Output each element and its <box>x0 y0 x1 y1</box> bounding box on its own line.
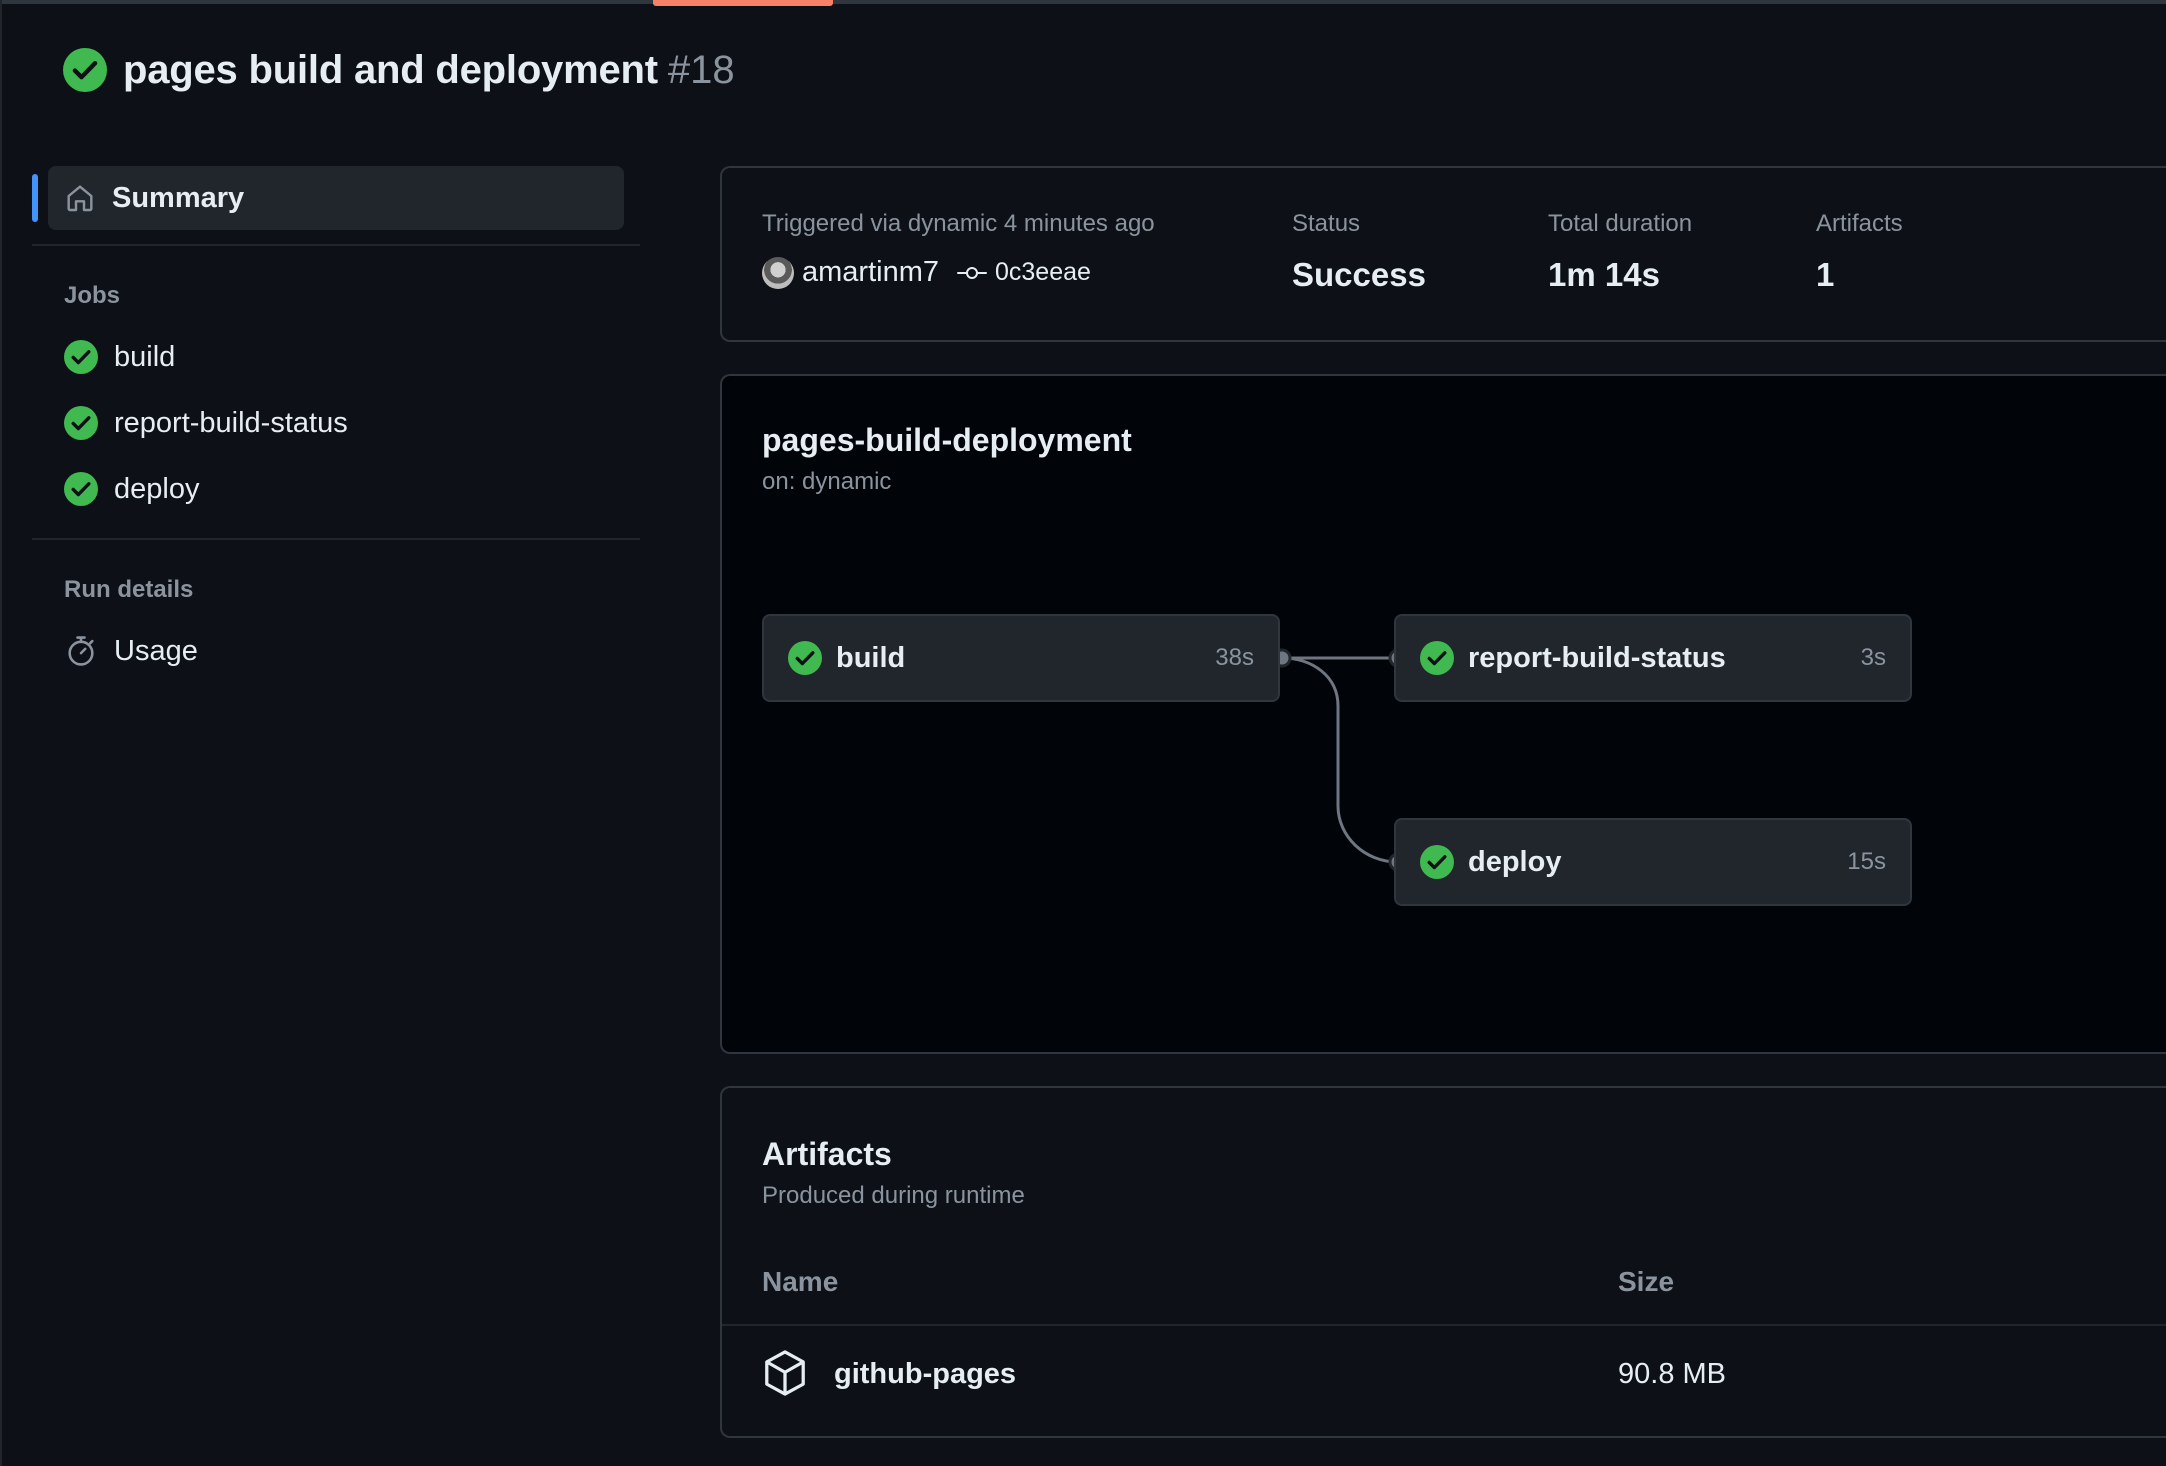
jobs-list: build report-build-status deploy <box>32 324 640 522</box>
graph-job-report-build-status[interactable]: report-build-status 3s <box>1394 614 1912 702</box>
artifacts-card: Artifacts Produced during runtime Name S… <box>720 1086 2166 1438</box>
commit-sha-link[interactable]: 0c3eeae <box>995 258 1091 287</box>
status-label: Status <box>1292 210 1361 237</box>
success-check-icon <box>788 641 822 675</box>
run-sidebar: Summary Jobs build report-build-status d… <box>32 166 640 684</box>
run-number: #18 <box>667 47 735 92</box>
column-header-size: Size <box>1618 1266 1675 1297</box>
job-node-duration: 15s <box>1847 848 1886 875</box>
artifacts-table-header: Name Size <box>722 1248 2166 1326</box>
artifacts-subtitle: Produced during runtime <box>762 1182 1025 1209</box>
workflow-graph-card: pages-build-deployment on: dynamic build… <box>720 374 2166 1054</box>
success-check-icon <box>1420 641 1454 675</box>
job-label: deploy <box>114 472 200 505</box>
sidebar-item-job-build[interactable]: build <box>32 324 640 390</box>
job-node-name: deploy <box>1468 845 1562 878</box>
status-column: Status Success <box>1292 210 1426 294</box>
success-check-icon <box>64 340 98 374</box>
sidebar-item-summary[interactable]: Summary <box>32 166 624 230</box>
avatar[interactable] <box>762 256 794 289</box>
run-title: pages build and deployment <box>123 47 658 92</box>
run-details-heading: Run details <box>64 576 194 603</box>
artifact-size: 90.8 MB <box>1618 1358 1726 1390</box>
artifacts-label: Artifacts <box>1816 210 1903 237</box>
duration-value[interactable]: 1m 14s <box>1548 256 1692 294</box>
table-row: github-pages 90.8 MB <box>722 1326 2166 1422</box>
artifacts-title: Artifacts <box>762 1136 892 1172</box>
top-divider <box>0 0 2166 4</box>
sidebar-divider <box>32 538 640 540</box>
job-node-duration: 38s <box>1215 644 1254 671</box>
job-node-name: build <box>836 641 906 674</box>
graph-job-build[interactable]: build 38s <box>762 614 1280 702</box>
actor-row: amartinm7 0c3eeae <box>762 256 1155 289</box>
sidebar-item-usage[interactable]: Usage <box>32 618 640 684</box>
run-header: pages build and deployment #18 <box>63 44 735 96</box>
sidebar-item-job-deploy[interactable]: deploy <box>32 456 640 522</box>
run-summary-card: Triggered via dynamic 4 minutes ago amar… <box>720 166 2166 342</box>
run-details-list: Usage <box>32 618 640 684</box>
artifacts-count[interactable]: 1 <box>1816 256 1903 294</box>
success-check-icon <box>64 472 98 506</box>
sidebar-item-label: Usage <box>114 634 198 667</box>
jobs-heading: Jobs <box>64 282 121 309</box>
artifact-name-link[interactable]: github-pages <box>834 1358 1016 1391</box>
workflow-trigger: on: dynamic <box>762 468 892 495</box>
job-label: report-build-status <box>114 406 348 439</box>
stopwatch-icon <box>68 636 94 666</box>
actor-link[interactable]: amartinm7 <box>802 256 939 289</box>
trigger-column: Triggered via dynamic 4 minutes ago amar… <box>762 210 1155 289</box>
active-tab-indicator <box>653 0 833 6</box>
sidebar-item-job-report-build-status[interactable]: report-build-status <box>32 390 640 456</box>
success-check-icon <box>63 48 107 92</box>
active-item-marker <box>32 174 38 222</box>
artifacts-count-column: Artifacts 1 <box>1816 210 1903 294</box>
home-icon <box>67 185 93 212</box>
sidebar-divider <box>32 244 640 246</box>
graph-job-deploy[interactable]: deploy 15s <box>1394 818 1912 906</box>
job-label: build <box>114 340 176 373</box>
git-commit-icon <box>957 266 987 279</box>
job-dependency-lines <box>1272 648 1408 872</box>
workflow-run-page: pages build and deployment #18 Summary J… <box>0 0 2166 1466</box>
status-value: Success <box>1292 256 1426 293</box>
trigger-text: Triggered via dynamic 4 minutes ago <box>762 210 1155 237</box>
duration-label: Total duration <box>1548 210 1693 237</box>
package-icon <box>765 1350 805 1396</box>
workflow-name: pages-build-deployment <box>762 422 1132 458</box>
job-node-duration: 3s <box>1860 644 1886 671</box>
success-check-icon <box>64 406 98 440</box>
left-divider <box>0 0 2 1466</box>
job-node-name: report-build-status <box>1468 641 1726 674</box>
column-header-name: Name <box>762 1266 839 1297</box>
sidebar-item-label: Summary <box>112 181 245 214</box>
success-check-icon <box>1420 845 1454 879</box>
duration-column: Total duration 1m 14s <box>1548 210 1692 294</box>
